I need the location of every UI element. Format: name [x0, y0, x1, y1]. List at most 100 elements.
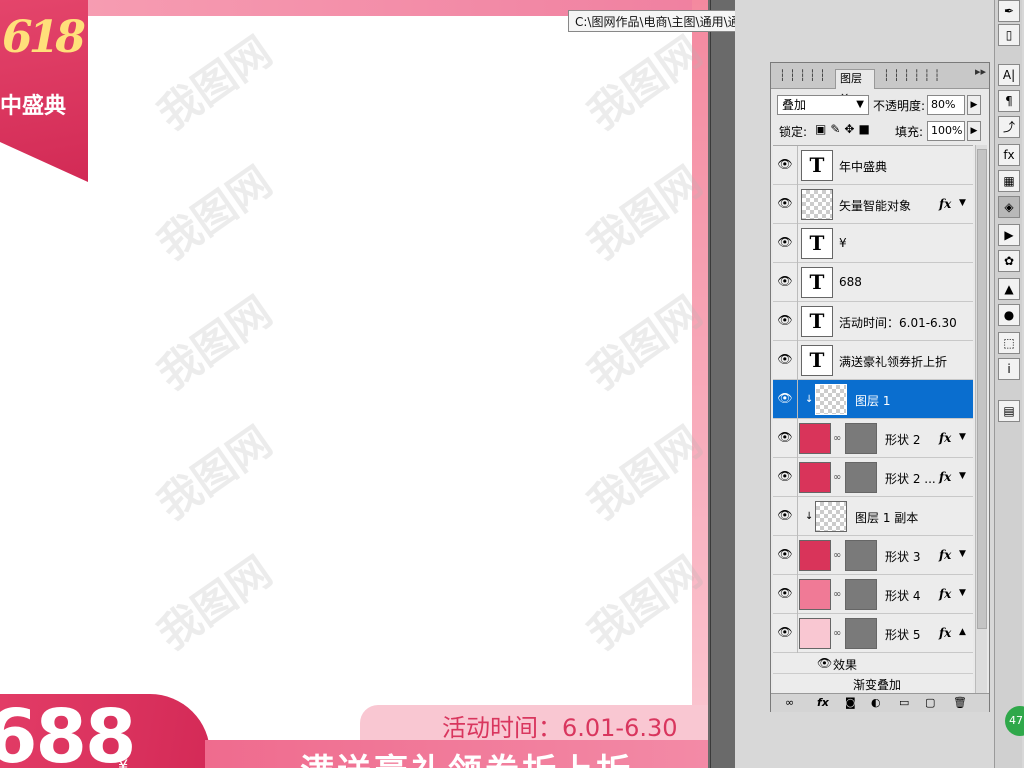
layer-row[interactable]: 👁 矢量智能对象 fx ▼	[773, 185, 973, 224]
chevron-up-icon[interactable]: ▲	[959, 627, 966, 637]
layers-icon[interactable]: ◈	[998, 196, 1020, 218]
paragraph-icon[interactable]: ¶	[998, 90, 1020, 112]
effect-item-gradient-overlay[interactable]: 渐变叠加	[773, 673, 973, 692]
layer-row[interactable]: 👁 ∞ 形状 2 fx ▼	[773, 419, 973, 458]
document-canvas-area[interactable]: 我图网 我图网 我图网 我图网 我图网 我图网 我图网 我图网 我图网 我图网 …	[0, 0, 735, 768]
eye-icon[interactable]: 👁	[776, 586, 794, 602]
color-icon[interactable]: ✿	[998, 250, 1020, 272]
opacity-input[interactable]: 80%	[927, 95, 965, 115]
fill-slider-button[interactable]: ▶	[967, 121, 981, 141]
layer-name[interactable]: 688	[839, 275, 862, 289]
lock-paint-icon[interactable]: ✎	[830, 122, 844, 136]
panel-menu-icon[interactable]: ▸▸	[975, 65, 986, 85]
document-canvas[interactable]: 我图网 我图网 我图网 我图网 我图网 我图网 我图网 我图网 我图网 我图网 …	[0, 0, 708, 768]
eye-icon[interactable]: 👁	[776, 196, 794, 212]
chevron-down-icon[interactable]: ▼	[959, 549, 966, 559]
new-group-icon[interactable]: ▭	[899, 696, 909, 709]
styles-icon[interactable]: fx	[998, 144, 1020, 166]
layer-name[interactable]: ¥	[839, 236, 847, 250]
eye-icon[interactable]: 👁	[776, 157, 794, 173]
layer-row[interactable]: 👁 ↓ 图层 1 副本	[773, 497, 973, 536]
fx-icon[interactable]: fx	[939, 197, 951, 211]
eye-icon[interactable]: 👁	[776, 313, 794, 329]
tool-panel-icon[interactable]: ▯	[998, 24, 1020, 46]
fx-icon[interactable]: fx	[939, 548, 951, 562]
chevron-down-icon[interactable]: ▼	[959, 588, 966, 598]
tab-collapsed-3[interactable]: ┆ ┆ ┆ ┆ ┆ ┆	[883, 69, 940, 89]
eye-icon[interactable]: 👁	[817, 656, 832, 670]
layer-name[interactable]: 图层 1	[855, 392, 890, 409]
layer-name[interactable]: 形状 4	[885, 587, 920, 604]
fx-icon[interactable]: fx	[939, 626, 951, 640]
layers-panel[interactable]: ┆ ┆ ┆ ┆ ┆ 图层 × ┆ ┆ ┆ ┆ ┆ ┆ ▸▸ 叠加 ▼ 不透明度:…	[770, 62, 990, 712]
paths-icon[interactable]: ⬚	[998, 332, 1020, 354]
layers-scrollbar[interactable]	[975, 145, 987, 693]
character-icon[interactable]: A|	[998, 64, 1020, 86]
layer-name[interactable]: 矢量智能对象	[839, 197, 911, 214]
layers-list[interactable]: 👁 T 年中盛典 👁 矢量智能对象 fx ▼ 👁 T ¥ 👁 T 688 👁 T …	[773, 145, 973, 693]
fx-icon[interactable]: fx	[939, 431, 951, 445]
swatches-icon[interactable]: ▦	[998, 170, 1020, 192]
layer-row[interactable]: 👁 ∞ 形状 4 fx ▼	[773, 575, 973, 614]
actions-icon[interactable]: ▶	[998, 224, 1020, 246]
effects-row[interactable]: 👁 效果	[773, 654, 973, 673]
lock-icons[interactable]: ▣✎✥■	[815, 122, 874, 136]
eye-icon[interactable]: 👁	[776, 547, 794, 563]
layer-row[interactable]: 👁 T 年中盛典	[773, 146, 973, 185]
eye-icon[interactable]: 👁	[776, 274, 794, 290]
eye-icon[interactable]: 👁	[776, 391, 794, 407]
layer-row[interactable]: 👁 ∞ 形状 2 ... fx ▼	[773, 458, 973, 497]
layer-row[interactable]: 👁 T ¥	[773, 224, 973, 263]
layer-name[interactable]: 形状 2	[885, 431, 920, 448]
tab-layers[interactable]: 图层 ×	[835, 69, 875, 103]
link-icon[interactable]: ∞	[833, 433, 841, 444]
fill-input[interactable]: 100%	[927, 121, 965, 141]
tab-collapsed-2[interactable]: ┆ ┆	[809, 69, 826, 89]
chevron-down-icon[interactable]: ▼	[959, 432, 966, 442]
link-icon[interactable]: ∞	[833, 550, 841, 561]
tab-collapsed-1[interactable]: ┆ ┆ ┆	[779, 69, 806, 89]
layer-name[interactable]: 满送豪礼领券折上折	[839, 353, 947, 370]
layer-name[interactable]: 形状 3	[885, 548, 920, 565]
layer-name[interactable]: 年中盛典	[839, 158, 887, 175]
link-layers-icon[interactable]: ∞	[785, 696, 794, 709]
channels-icon[interactable]: ●	[998, 304, 1020, 326]
fx-icon[interactable]: fx	[939, 587, 951, 601]
notes-icon[interactable]: ▤	[998, 400, 1020, 422]
layer-name[interactable]: 形状 2 ...	[885, 470, 936, 487]
info-icon[interactable]: i	[998, 358, 1020, 380]
link-icon[interactable]: ∞	[833, 628, 841, 639]
scrollbar-thumb[interactable]	[977, 149, 987, 629]
eye-icon[interactable]: 👁	[776, 508, 794, 524]
adjustment-layer-icon[interactable]: ◐	[871, 696, 881, 709]
layer-row[interactable]: 👁 T 活动时间：6.01-6.30	[773, 302, 973, 341]
eye-icon[interactable]: 👁	[776, 625, 794, 641]
histogram-icon[interactable]: ▲	[998, 278, 1020, 300]
blend-mode-select[interactable]: 叠加 ▼	[777, 95, 869, 115]
eye-icon[interactable]: 👁	[776, 469, 794, 485]
layer-name[interactable]: 图层 1 副本	[855, 509, 918, 526]
lock-transparent-icon[interactable]: ▣	[815, 122, 830, 136]
chevron-down-icon[interactable]: ▼	[959, 471, 966, 481]
layer-row[interactable]: 👁 ∞ 形状 5 fx ▲	[773, 614, 973, 653]
layer-row-selected[interactable]: 👁 ↓ 图层 1	[773, 380, 973, 419]
layer-row[interactable]: 👁 ∞ 形状 3 fx ▼	[773, 536, 973, 575]
layer-row[interactable]: 👁 T 688	[773, 263, 973, 302]
fx-icon[interactable]: fx	[939, 470, 951, 484]
opacity-slider-button[interactable]: ▶	[967, 95, 981, 115]
add-style-icon[interactable]: fx	[817, 696, 829, 709]
lock-all-icon[interactable]: ■	[858, 122, 873, 136]
link-icon[interactable]: ∞	[833, 472, 841, 483]
eye-icon[interactable]: 👁	[776, 430, 794, 446]
tool-brush-icon[interactable]: ✒	[998, 0, 1020, 22]
layer-row[interactable]: 👁 T 满送豪礼领券折上折	[773, 341, 973, 380]
trash-icon[interactable]: 🗑	[953, 696, 967, 709]
eye-icon[interactable]: 👁	[776, 352, 794, 368]
eye-icon[interactable]: 👁	[776, 235, 794, 251]
lock-move-icon[interactable]: ✥	[844, 122, 858, 136]
add-mask-icon[interactable]: ◙	[845, 696, 856, 709]
layer-name[interactable]: 活动时间：6.01-6.30	[839, 314, 957, 331]
history-icon[interactable]: ⤴	[998, 116, 1020, 138]
link-icon[interactable]: ∞	[833, 589, 841, 600]
layer-name[interactable]: 形状 5	[885, 626, 920, 643]
